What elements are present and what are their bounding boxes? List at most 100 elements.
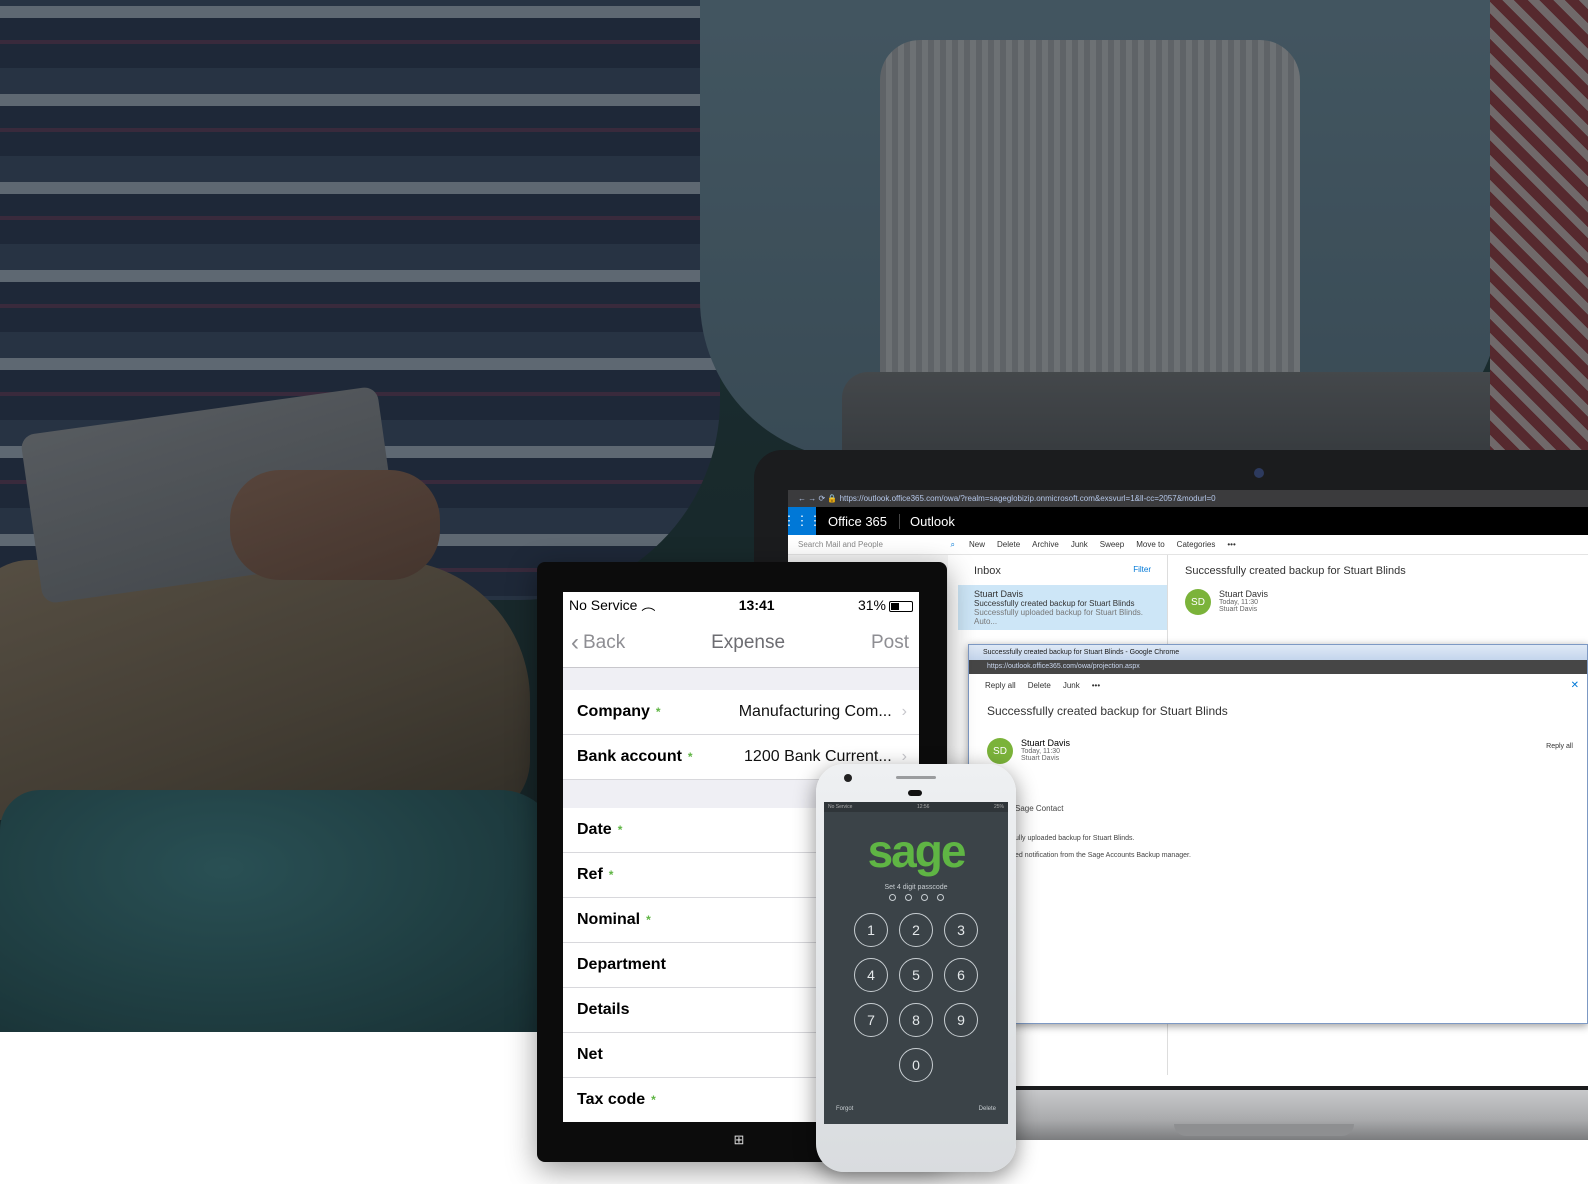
popup-sender: SD Stuart Davis Today, 11:30 Stuart Davi… bbox=[969, 738, 1587, 764]
filter-button[interactable]: Filter bbox=[1133, 565, 1151, 577]
field-label-wrap: Company * bbox=[577, 703, 661, 721]
field-label: Department bbox=[577, 956, 666, 973]
key-6[interactable]: 6 bbox=[944, 958, 978, 992]
battery-icon bbox=[888, 600, 913, 612]
recipient: Stuart Davis bbox=[1219, 606, 1258, 613]
office-suite-bar: ⋮⋮⋮ Office 365 Outlook bbox=[788, 507, 1588, 535]
delete-button[interactable]: Delete bbox=[979, 1106, 996, 1112]
field-label-wrap: Ref * bbox=[577, 866, 613, 884]
delete-button[interactable]: Delete bbox=[1028, 681, 1051, 690]
new-button[interactable]: New bbox=[963, 540, 991, 549]
form-row-company[interactable]: Company * Manufacturing Com... › bbox=[563, 690, 919, 735]
tablet-status-bar: No Service ︵ 13:41 31% bbox=[563, 592, 919, 618]
delete-button[interactable]: Delete bbox=[991, 540, 1026, 549]
recipient: Stuart Davis bbox=[1021, 755, 1060, 762]
app-launcher-icon[interactable]: ⋮⋮⋮ bbox=[788, 507, 822, 535]
field-label-wrap: Details bbox=[577, 1001, 629, 1019]
carrier: No Service bbox=[569, 597, 638, 613]
field-label-wrap: Bank account * bbox=[577, 748, 693, 766]
passcode-dot bbox=[936, 894, 944, 901]
categories-button[interactable]: Categories bbox=[1171, 540, 1222, 549]
field-label: Company bbox=[577, 703, 650, 720]
sender-name[interactable]: Stuart Davis bbox=[1021, 738, 1070, 748]
field-label: Net bbox=[577, 1046, 603, 1063]
chevron-right-icon: › bbox=[901, 703, 907, 720]
clock: 13:41 bbox=[738, 597, 775, 613]
required-marker: * bbox=[655, 705, 661, 719]
key-1[interactable]: 1 bbox=[854, 913, 888, 947]
field-label: Bank account bbox=[577, 748, 682, 765]
sage-logo: sage bbox=[867, 825, 967, 877]
more-button[interactable]: ••• bbox=[1221, 540, 1241, 549]
phone-screen: No Service 12:56 25% sage Set 4 digit pa… bbox=[824, 802, 1008, 1124]
popup-url[interactable]: https://outlook.office365.com/owa/projec… bbox=[969, 660, 1587, 674]
junk-button[interactable]: Junk bbox=[1063, 681, 1080, 690]
close-icon[interactable]: ✕ bbox=[1571, 680, 1579, 691]
marketing-hero: ← → ⟳ 🔒 https://outlook.office365.com/ow… bbox=[0, 0, 1588, 1184]
message-preview: Successfully uploaded backup for Stuart … bbox=[974, 608, 1143, 626]
message-item[interactable]: Stuart Davis Successfully created backup… bbox=[958, 585, 1167, 630]
reading-pane: Successfully created backup for Stuart B… bbox=[1183, 555, 1588, 655]
page-title: Expense bbox=[711, 631, 786, 653]
app-name[interactable]: Outlook bbox=[899, 513, 965, 529]
email-body-line: ed notification from the Sage Accounts B… bbox=[1015, 852, 1191, 859]
key-8[interactable]: 8 bbox=[899, 1003, 933, 1037]
field-label: Details bbox=[577, 1001, 630, 1018]
browser-url[interactable]: https://outlook.office365.com/owa/?realm… bbox=[840, 494, 1216, 503]
key-7[interactable]: 7 bbox=[854, 1003, 888, 1037]
key-3[interactable]: 3 bbox=[944, 913, 978, 947]
field-label: Nominal bbox=[577, 911, 641, 928]
sweep-button[interactable]: Sweep bbox=[1094, 540, 1130, 549]
avatar: SD bbox=[987, 738, 1013, 764]
phone-device: No Service 12:56 25% sage Set 4 digit pa… bbox=[816, 764, 1016, 1172]
move-to-button[interactable]: Move to bbox=[1130, 540, 1170, 549]
nav-bar: ‹ Back Expense Post bbox=[563, 618, 919, 668]
key-9[interactable]: 9 bbox=[944, 1003, 978, 1037]
message-from: Stuart Davis bbox=[974, 589, 1024, 599]
forgot-button[interactable]: Forgot bbox=[836, 1106, 853, 1112]
reply-all-action[interactable]: Reply all bbox=[1546, 743, 1573, 750]
phone-status-bar: No Service 12:56 25% bbox=[824, 802, 1008, 812]
popup-toolbar: Reply all Delete Junk ••• ✕ bbox=[969, 674, 1587, 696]
field-label: Ref bbox=[577, 866, 603, 883]
required-marker: * bbox=[617, 823, 623, 837]
chevron-right-icon: › bbox=[901, 748, 907, 765]
key-5[interactable]: 5 bbox=[899, 958, 933, 992]
field-label-wrap: Date * bbox=[577, 821, 622, 839]
phone-carrier: No Service bbox=[828, 804, 853, 810]
field-value[interactable]: Manufacturing Com... bbox=[739, 703, 892, 720]
suite-brand[interactable]: Office 365 bbox=[816, 514, 899, 529]
sent-time: Today, 11:30 bbox=[1021, 748, 1061, 755]
passcode-dot bbox=[920, 894, 928, 901]
contact-label: Sage Contact bbox=[1015, 804, 1064, 813]
sensor bbox=[908, 790, 922, 796]
junk-button[interactable]: Junk bbox=[1065, 540, 1094, 549]
sender-name[interactable]: Stuart Davis bbox=[1219, 589, 1268, 599]
battery-level: 31% bbox=[857, 597, 886, 613]
browser-nav-icon[interactable]: ← → ⟳ 🔒 bbox=[798, 494, 840, 503]
archive-button[interactable]: Archive bbox=[1026, 540, 1065, 549]
back-button[interactable]: ‹ Back bbox=[571, 629, 625, 657]
field-label: Tax code bbox=[577, 1091, 646, 1108]
passcode-hint: Set 4 digit passcode bbox=[884, 884, 948, 891]
back-label: Back bbox=[583, 631, 626, 653]
key-0[interactable]: 0 bbox=[899, 1048, 933, 1082]
webcam bbox=[1254, 468, 1264, 478]
key-4[interactable]: 4 bbox=[854, 958, 888, 992]
laptop-notch bbox=[1174, 1124, 1354, 1136]
required-marker: * bbox=[646, 913, 651, 927]
windows-home-icon[interactable]: ⊞ bbox=[731, 1132, 747, 1148]
browser-url-bar[interactable]: ← → ⟳ 🔒 https://outlook.office365.com/ow… bbox=[788, 490, 1588, 507]
required-marker: * bbox=[651, 1093, 656, 1107]
field-value-wrap: Manufacturing Com... › bbox=[739, 703, 907, 721]
popup-subject: Successfully created backup for Stuart B… bbox=[987, 704, 1228, 718]
field-value[interactable]: 1200 Bank Current... bbox=[744, 748, 892, 765]
phone-clock: 12:56 bbox=[916, 804, 930, 810]
more-button[interactable]: ••• bbox=[1092, 681, 1100, 690]
post-button[interactable]: Post bbox=[871, 632, 909, 654]
search-icon[interactable]: ⌕ bbox=[951, 540, 955, 550]
key-2[interactable]: 2 bbox=[899, 913, 933, 947]
reply-all-button[interactable]: Reply all bbox=[985, 681, 1016, 690]
search-input[interactable]: Search Mail and People ⌕ bbox=[788, 540, 963, 550]
